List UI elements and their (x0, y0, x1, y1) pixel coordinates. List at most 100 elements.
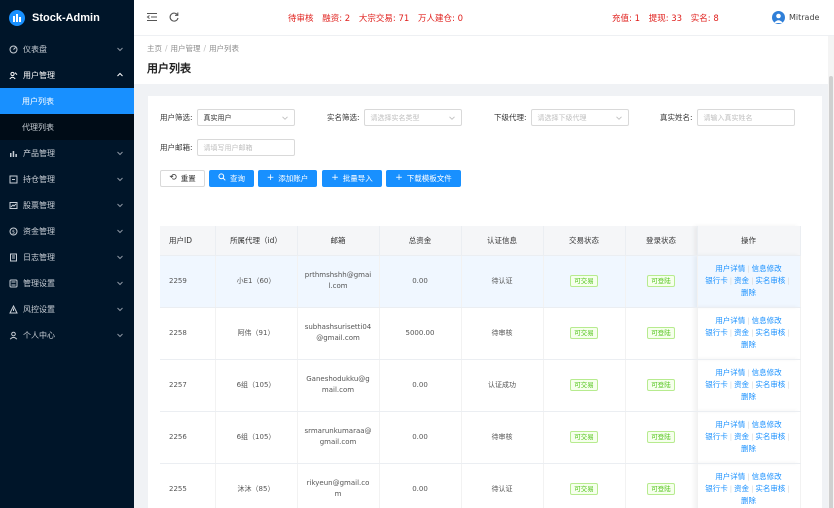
svg-text:$: $ (11, 229, 14, 235)
delete-link[interactable]: 删除 (741, 496, 756, 505)
refresh-icon[interactable] (168, 11, 180, 23)
realname-review-link[interactable]: 实名审核 (755, 328, 785, 337)
sidebar-item-products[interactable]: 产品管理 (0, 140, 134, 166)
realname-review-link[interactable]: 实名审核 (755, 484, 785, 493)
col-user-id[interactable]: 用户ID (160, 226, 216, 256)
add-account-button[interactable]: + 添加账户 (258, 170, 317, 187)
download-template-button-label: 下载模板文件 (406, 174, 452, 183)
agent-filter-select[interactable]: 请选择下级代理 (530, 109, 629, 126)
chart-icon (8, 148, 18, 158)
delete-link[interactable]: 删除 (741, 392, 756, 401)
search-button[interactable]: 查询 (209, 170, 254, 187)
bank-card-link[interactable]: 银行卡 (705, 484, 728, 493)
col-auth[interactable]: 认证信息 (461, 226, 544, 256)
cell-login-status: 可登陆 (625, 359, 698, 412)
realname-review-link[interactable]: 实名审核 (755, 432, 785, 441)
realname-review-link[interactable]: 实名审核 (755, 276, 785, 285)
request-stats: 充值: 1 提现: 33 实名: 8 (612, 12, 725, 24)
edit-info-link[interactable]: 信息修改 (752, 368, 782, 377)
cell-user-id: 2255 (160, 463, 216, 508)
stat-deposit[interactable]: 充值: 1 (612, 14, 640, 24)
sidebar-item-profile[interactable]: 个人中心 (0, 322, 134, 348)
vertical-scrollbar[interactable] (828, 36, 834, 508)
funds-link[interactable]: 资金 (734, 432, 749, 441)
sidebar-item-dashboard[interactable]: 仪表盘 (0, 36, 134, 62)
login-status-badge: 可登陆 (647, 483, 675, 495)
realname-filter-select[interactable]: 请选择实名类型 (363, 109, 462, 126)
scrollbar-thumb[interactable] (829, 76, 833, 508)
batch-import-button[interactable]: + 批量导入 (322, 170, 382, 187)
sidebar-item-user-management[interactable]: 用户管理 (0, 62, 134, 88)
reset-button[interactable]: ⟲ 重置 (160, 170, 205, 187)
stat-realname[interactable]: 实名: 8 (691, 14, 719, 24)
delete-link[interactable]: 删除 (741, 444, 756, 453)
col-trade-status[interactable]: 交易状态 (543, 226, 626, 256)
user-table: 用户ID 所属代理（id） 邮箱 总资金 认证信息 交易状态 登录状态 操作 2… (160, 226, 801, 508)
pending-stats: 待审核 融资: 2 大宗交易: 71 万人建仓: 0 (288, 12, 469, 24)
cell-funds: 0.00 (379, 255, 462, 308)
cell-email: subhashsurisetti04@gmail.com (297, 307, 380, 360)
sidebar-item-funds[interactable]: $ 资金管理 (0, 218, 134, 244)
edit-info-link[interactable]: 信息修改 (752, 420, 782, 429)
col-agent[interactable]: 所属代理（id） (215, 226, 298, 256)
user-filter-select[interactable]: 真实用户 (196, 109, 295, 126)
breadcrumb-home[interactable]: 主页 (147, 44, 162, 53)
funds-link[interactable]: 资金 (734, 328, 749, 337)
download-template-button[interactable]: + 下载模板文件 (386, 170, 461, 187)
user-detail-link[interactable]: 用户详情 (715, 264, 745, 273)
user-detail-link[interactable]: 用户详情 (715, 472, 745, 481)
menu-fold-icon[interactable] (146, 11, 158, 23)
sidebar-item-label: 个人中心 (23, 330, 55, 340)
edit-info-link[interactable]: 信息修改 (752, 316, 782, 325)
agent-filter-label: 下级代理: (494, 113, 527, 122)
trade-status-badge: 可交易 (570, 275, 598, 287)
user-filter-label: 用户筛选: (160, 113, 193, 122)
bank-card-link[interactable]: 银行卡 (705, 276, 728, 285)
cell-actions: 用户详情 | 信息修改 银行卡 | 资金 | 实名审核 |删除 (696, 411, 801, 464)
col-login-status[interactable]: 登录状态 (625, 226, 698, 256)
col-funds[interactable]: 总资金 (379, 226, 462, 256)
sidebar-item-label: 资金管理 (23, 226, 55, 236)
position-icon (8, 174, 18, 184)
delete-link[interactable]: 删除 (741, 340, 756, 349)
sidebar-item-stocks[interactable]: 股票管理 (0, 192, 134, 218)
funds-link[interactable]: 资金 (734, 276, 749, 285)
delete-link[interactable]: 删除 (741, 288, 756, 297)
stat-block-trade[interactable]: 大宗交易: 71 (359, 14, 409, 24)
user-detail-link[interactable]: 用户详情 (715, 420, 745, 429)
email-input[interactable]: 请填写用户邮箱 (196, 139, 295, 156)
edit-info-link[interactable]: 信息修改 (752, 472, 782, 481)
stat-withdraw[interactable]: 提现: 33 (649, 14, 682, 24)
cell-email: rikyeun@gmail.com (297, 463, 380, 508)
bank-card-link[interactable]: 银行卡 (705, 328, 728, 337)
stat-financing[interactable]: 融资: 2 (322, 14, 350, 24)
user-menu[interactable]: Mitrade (772, 11, 819, 24)
edit-info-link[interactable]: 信息修改 (752, 264, 782, 273)
sidebar-item-user-list[interactable]: 用户列表 (0, 88, 134, 114)
breadcrumb-user-management[interactable]: 用户管理 (171, 44, 201, 53)
realname-review-link[interactable]: 实名审核 (755, 380, 785, 389)
col-email[interactable]: 邮箱 (297, 226, 380, 256)
sidebar-item-agent-list[interactable]: 代理列表 (0, 114, 134, 140)
stat-mass-position[interactable]: 万人建仓: 0 (418, 14, 463, 24)
realname-input[interactable]: 请输入真实姓名 (696, 109, 795, 126)
add-account-button-label: 添加账户 (278, 174, 309, 183)
stat-pending[interactable]: 待审核 (288, 14, 314, 24)
sidebar-item-label: 用户列表 (22, 96, 54, 106)
bank-card-link[interactable]: 银行卡 (705, 432, 728, 441)
cell-funds: 0.00 (379, 463, 462, 508)
logo[interactable]: Stock-Admin (0, 0, 134, 36)
chevron-down-icon (117, 177, 123, 182)
chevron-up-icon (117, 72, 123, 77)
sidebar-item-logs[interactable]: 日志管理 (0, 244, 134, 270)
funds-link[interactable]: 资金 (734, 380, 749, 389)
sidebar-item-risk-settings[interactable]: 风控设置 (0, 296, 134, 322)
sidebar-item-positions[interactable]: 持仓管理 (0, 166, 134, 192)
bank-card-link[interactable]: 银行卡 (705, 380, 728, 389)
cell-funds: 0.00 (379, 411, 462, 464)
chevron-down-icon (117, 255, 123, 260)
sidebar-item-admin-settings[interactable]: 管理设置 (0, 270, 134, 296)
user-detail-link[interactable]: 用户详情 (715, 368, 745, 377)
user-detail-link[interactable]: 用户详情 (715, 316, 745, 325)
funds-link[interactable]: 资金 (734, 484, 749, 493)
